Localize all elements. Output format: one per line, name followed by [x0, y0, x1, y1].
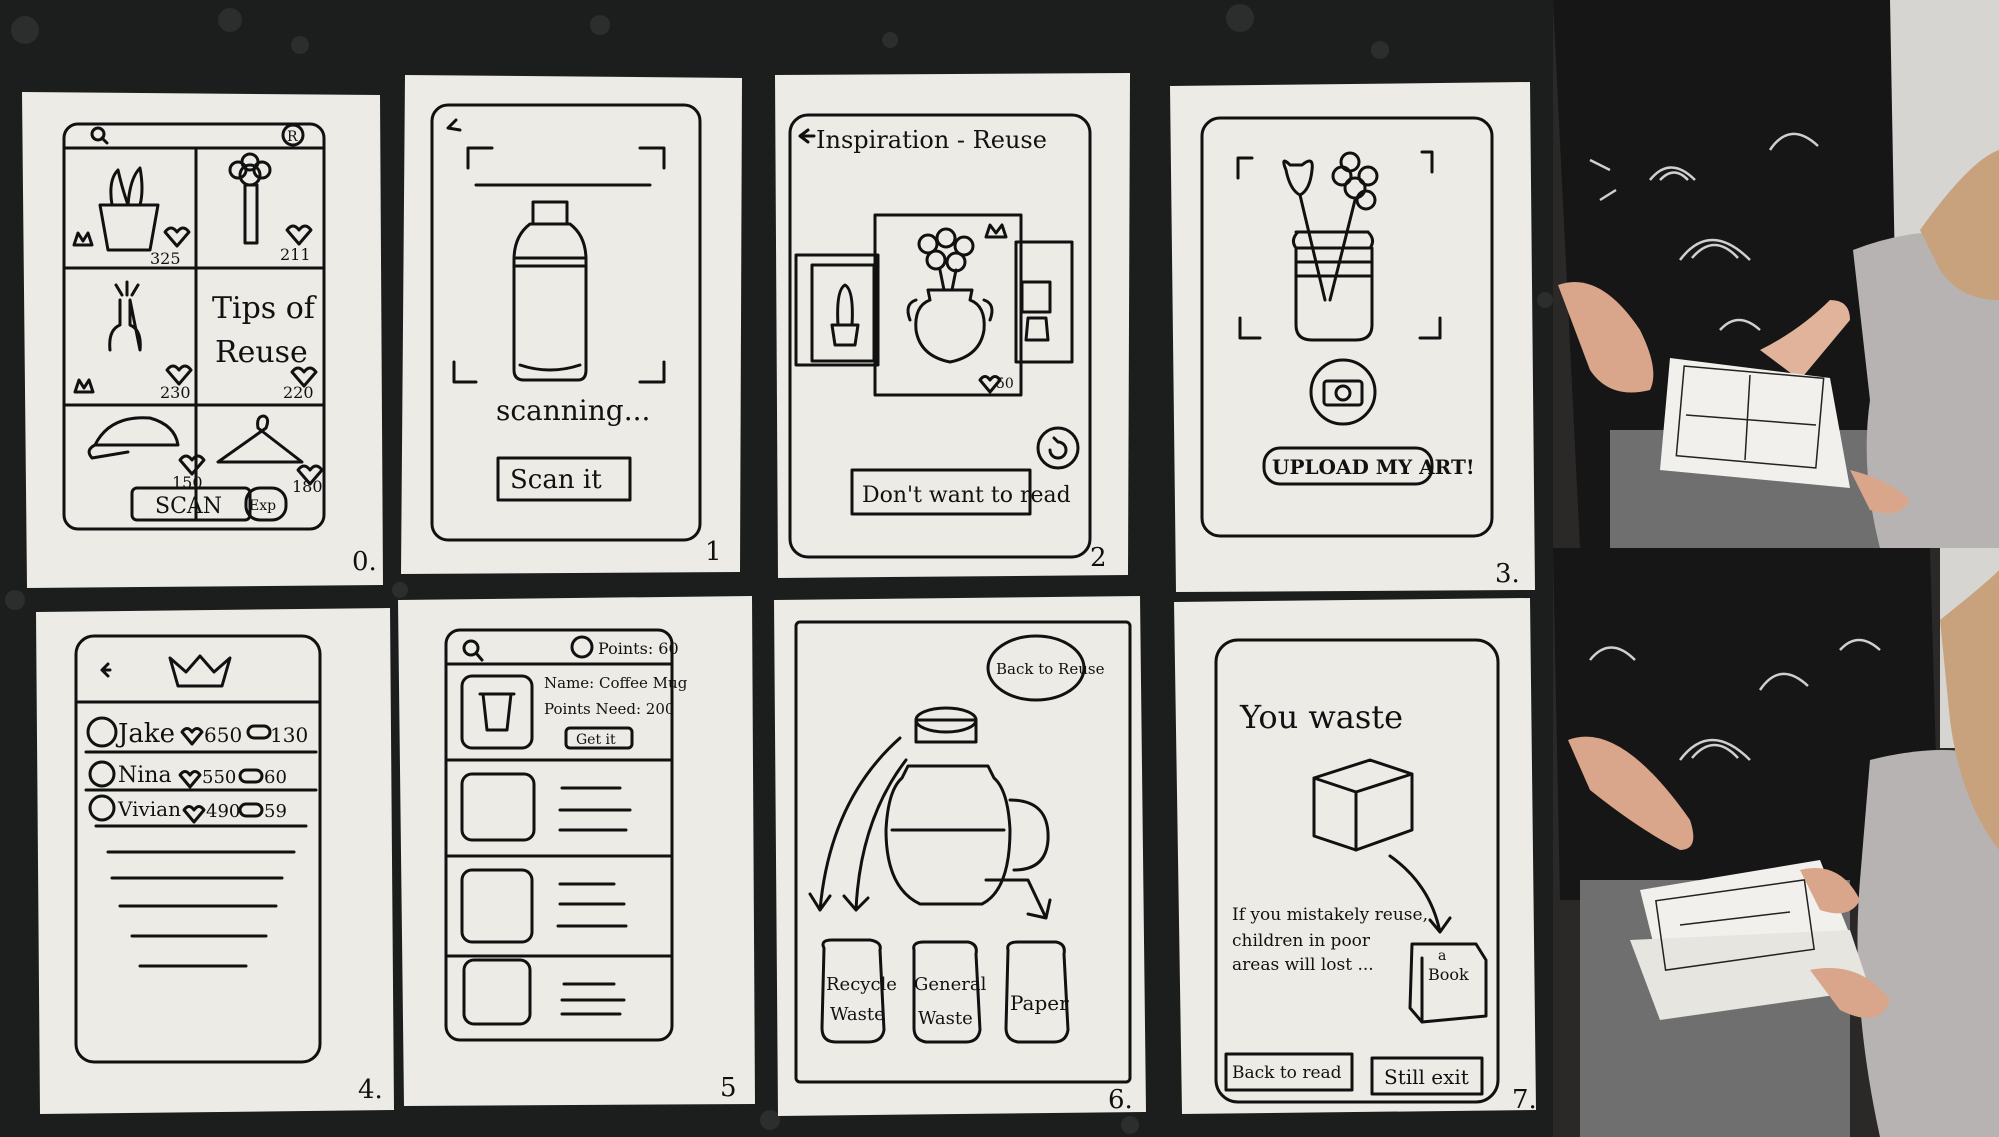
svg-text:SCAN: SCAN — [155, 494, 222, 519]
svg-text:UPLOAD MY ART!: UPLOAD MY ART! — [1272, 455, 1475, 479]
warning-headline: You waste — [1239, 698, 1403, 736]
svg-text:550: 550 — [202, 767, 236, 788]
user-testing-photo-bottom — [1553, 548, 1999, 1137]
svg-text:Waste: Waste — [830, 1004, 885, 1025]
svg-text:Still exit: Still exit — [1384, 1065, 1469, 1089]
sheet-number: 1 — [705, 537, 722, 567]
warning-message: areas will lost ... — [1232, 955, 1374, 975]
like-count: 50 — [996, 376, 1014, 392]
svg-text:60: 60 — [264, 767, 287, 788]
tile-title: Reuse — [215, 335, 308, 370]
svg-text:General: General — [914, 974, 987, 995]
sheet-number: 2 — [1090, 543, 1107, 573]
svg-text:a: a — [1438, 948, 1446, 964]
sketch-sheet-1-scanning: scanning... Scan it 1 — [401, 75, 742, 574]
svg-text:130: 130 — [270, 723, 308, 747]
svg-text:Back to read: Back to read — [1232, 1063, 1342, 1083]
svg-text:Waste: Waste — [918, 1008, 973, 1029]
sheet-number: 0. — [352, 547, 377, 577]
svg-text:Don't want to read: Don't want to read — [862, 483, 1071, 508]
svg-text:59: 59 — [264, 801, 287, 822]
warning-message: children in poor — [1232, 931, 1371, 951]
sheet-number: 5 — [720, 1073, 737, 1103]
svg-text:Points: 60: Points: 60 — [598, 639, 679, 658]
sketch-sheet-5-shop: Points: 60 Name: Coffee Mug Points Need:… — [398, 596, 755, 1106]
svg-text:Paper: Paper — [1010, 991, 1069, 1015]
sketch-sheet-0-home: R 325 211 230 Tips of Reuse 220 150 180 … — [22, 92, 383, 588]
prototype-photo-collage: R 325 211 230 Tips of Reuse 220 150 180 … — [0, 0, 1999, 1137]
sheet-number: 7. — [1512, 1085, 1537, 1115]
sheet-number: 3. — [1495, 559, 1520, 589]
svg-text:Get it: Get it — [576, 732, 616, 748]
svg-text:Back to Reuse: Back to Reuse — [996, 660, 1105, 678]
warning-message: If you mistakely reuse, — [1232, 905, 1428, 925]
like-count: 230 — [160, 383, 191, 402]
svg-text:490: 490 — [206, 801, 240, 822]
user-testing-photo-top — [1553, 0, 1999, 548]
sketch-sheet-2-inspiration: Inspiration - Reuse 50 Don't want to rea… — [775, 73, 1130, 578]
svg-text:Scan it: Scan it — [510, 465, 602, 495]
like-count: 220 — [283, 383, 314, 402]
svg-text:Exp: Exp — [249, 498, 276, 514]
scanning-status: scanning... — [496, 394, 650, 427]
page-title: Inspiration - Reuse — [816, 126, 1047, 154]
sketch-sheet-6-sorting: Back to Reuse Recycle Waste General Wast… — [774, 596, 1146, 1116]
sketch-sheet-3-upload: UPLOAD MY ART! 3. — [1170, 82, 1535, 592]
tile-title: Tips of — [212, 291, 317, 326]
svg-text:650: 650 — [204, 723, 242, 747]
sketch-sheet-7-warning: You waste If you mistakely reuse, childr… — [1174, 598, 1537, 1115]
sketch-sheet-4-leaderboard: Jake 650 130 Nina 550 60 Vivian 490 59 4… — [36, 608, 394, 1114]
svg-text:Jake: Jake — [115, 719, 175, 749]
svg-text:Recycle: Recycle — [826, 974, 897, 995]
svg-text:Nina: Nina — [118, 763, 172, 788]
svg-text:Vivian: Vivian — [117, 797, 181, 821]
like-count: 325 — [150, 249, 181, 268]
sheet-number: 6. — [1108, 1085, 1133, 1115]
like-count: 180 — [292, 477, 323, 496]
sheet-number: 4. — [358, 1075, 383, 1105]
svg-text:R: R — [287, 129, 298, 145]
svg-text:Name: Coffee Mug: Name: Coffee Mug — [544, 674, 688, 692]
svg-text:Book: Book — [1428, 965, 1469, 984]
svg-text:Points Need: 200: Points Need: 200 — [544, 700, 674, 718]
like-count: 211 — [280, 245, 311, 264]
